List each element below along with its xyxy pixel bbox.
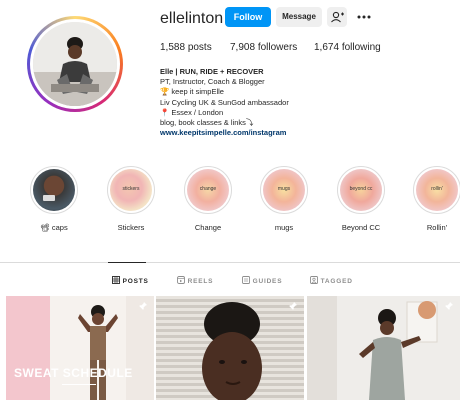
guides-icon: [242, 276, 250, 284]
suggested-accounts-button[interactable]: [327, 7, 347, 27]
highlight-cover-text: change: [199, 186, 217, 192]
highlight-cover-text: stickers: [122, 186, 140, 192]
message-button[interactable]: Message: [276, 7, 322, 27]
followers-label: followers: [257, 42, 298, 53]
post-caption: SWEAT SCHEDULE: [14, 366, 133, 380]
tagged-icon: [310, 276, 318, 284]
bio-line: 🏆 keep it simpElle: [160, 87, 224, 97]
follow-button[interactable]: Follow: [225, 7, 271, 27]
followers-number: 7,908: [230, 42, 256, 53]
highlight-label: Stickers: [117, 223, 145, 232]
highlight-cover: stickers: [110, 169, 152, 211]
highlight-change[interactable]: change Change: [183, 166, 233, 232]
posts-count: 1,588 posts: [160, 42, 212, 53]
tab-label: POSTS: [122, 278, 149, 285]
highlight-ring: mugs: [260, 166, 308, 214]
profile-photo: [33, 22, 117, 106]
profile-picture[interactable]: [27, 16, 123, 112]
grid-icon: [112, 276, 120, 284]
following-count[interactable]: 1,674 following: [314, 42, 381, 53]
pinned-icon: [139, 302, 147, 310]
following-label: following: [341, 42, 381, 53]
bio: Elle | RUN, RIDE + RECOVER PT, Instructo…: [160, 67, 360, 138]
post-tile[interactable]: SWEAT SCHEDULE: [6, 296, 154, 400]
tab-tagged[interactable]: TAGGED: [310, 276, 353, 285]
username: ellelinton: [160, 10, 224, 27]
tab-guides[interactable]: GUIDES: [242, 276, 282, 285]
bio-line: PT, Instructor, Coach & Blogger: [160, 77, 265, 87]
highlight-ring: stickers: [107, 166, 155, 214]
highlight-cover: rollin': [416, 169, 458, 211]
highlight-cover-text: rollin': [431, 186, 443, 192]
tab-label: TAGGED: [320, 278, 353, 285]
followers-count[interactable]: 7,908 followers: [230, 42, 297, 53]
post-tile[interactable]: [156, 296, 304, 400]
bio-line: blog, book classes & links⤵: [160, 118, 254, 128]
highlight-rollin[interactable]: rollin' Rollin': [412, 166, 460, 232]
highlight-label: Change: [194, 223, 222, 232]
reels-icon: [177, 276, 185, 284]
highlight-beyond-cc[interactable]: beyond cc Beyond CC: [336, 166, 386, 232]
highlight-ring: change: [184, 166, 232, 214]
highlight-ring: [30, 166, 78, 214]
highlight-cover-text: mugs: [277, 186, 291, 192]
tab-posts[interactable]: POSTS: [112, 276, 149, 285]
highlight-label: Rollin': [426, 223, 448, 232]
posts-label: posts: [187, 42, 212, 53]
highlight-cover: change: [187, 169, 229, 211]
bio-link[interactable]: www.keepitsimpelle.com/instagram: [160, 128, 360, 138]
post-image: [307, 296, 460, 400]
highlight-cover: mugs: [263, 169, 305, 211]
pinned-icon: [289, 302, 297, 310]
bio-line: Liv Cycling UK & SunGod ambassador: [160, 97, 289, 107]
highlight-label: 📽 caps: [40, 223, 68, 232]
caption-underline: [62, 384, 96, 385]
tab-label: REELS: [187, 278, 214, 285]
active-tab-indicator: [108, 262, 146, 263]
highlight-label: Beyond CC: [341, 223, 381, 232]
profile-picture-border: [30, 19, 120, 109]
pinned-icon: [445, 302, 453, 310]
add-person-icon: [331, 11, 344, 23]
tab-reels[interactable]: REELS: [177, 276, 213, 285]
highlight-stickers[interactable]: stickers Stickers: [106, 166, 156, 232]
more-options-icon: [357, 15, 371, 19]
highlight-label: mugs: [274, 223, 294, 232]
tab-label: GUIDES: [252, 278, 283, 285]
tabs-divider: [0, 262, 460, 263]
highlight-mugs[interactable]: mugs mugs: [259, 166, 309, 232]
post-image: [156, 296, 304, 400]
bio-line: 📍 Essex / London: [160, 107, 224, 117]
highlight-ring: beyond cc: [337, 166, 385, 214]
post-tile[interactable]: [307, 296, 460, 400]
highlight-caps[interactable]: 📽 caps: [29, 166, 79, 232]
highlight-cover: [33, 169, 75, 211]
more-options-button[interactable]: [356, 7, 372, 27]
following-number: 1,674: [314, 42, 340, 53]
bio-name: Elle | RUN, RIDE + RECOVER: [160, 67, 264, 76]
highlight-ring: rollin': [413, 166, 460, 214]
highlight-cover-text: beyond cc: [349, 186, 373, 192]
highlight-cover: beyond cc: [340, 169, 382, 211]
posts-number: 1,588: [160, 42, 186, 53]
